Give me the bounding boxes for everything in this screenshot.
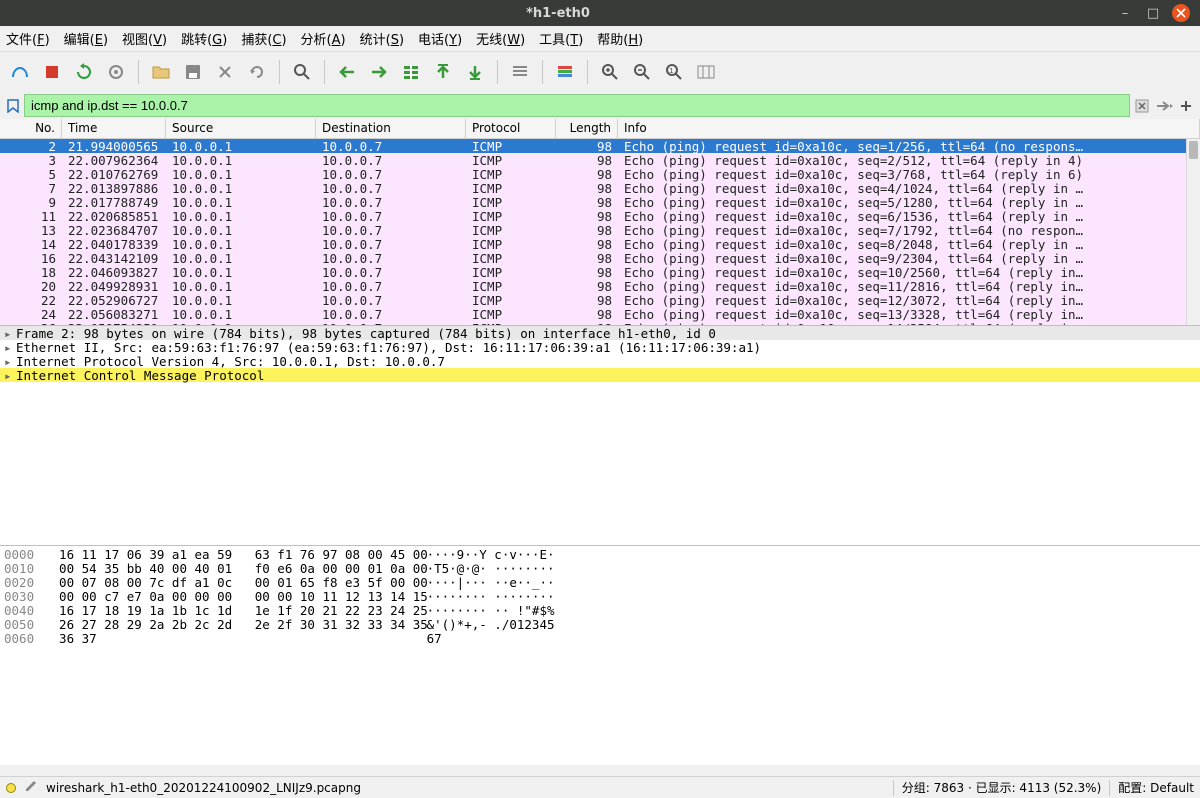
packet-row[interactable]: 1822.04609382710.0.0.110.0.0.7ICMP98Echo…: [0, 265, 1200, 279]
status-profile[interactable]: 配置: Default: [1109, 780, 1194, 796]
packet-details-pane[interactable]: ▸Frame 2: 98 bytes on wire (784 bits), 9…: [0, 325, 1200, 545]
packet-row[interactable]: 1122.02068585110.0.0.110.0.0.7ICMP98Echo…: [0, 209, 1200, 223]
packet-row[interactable]: 1422.04017833910.0.0.110.0.0.7ICMP98Echo…: [0, 237, 1200, 251]
packet-list-header[interactable]: No. Time Source Destination Protocol Len…: [0, 119, 1200, 139]
display-filter-input[interactable]: [24, 94, 1130, 117]
detail-tree-item[interactable]: ▸Internet Protocol Version 4, Src: 10.0.…: [0, 354, 1200, 368]
caret-right-icon: ▸: [4, 326, 16, 341]
col-header-length[interactable]: Length: [556, 119, 618, 138]
goto-packet-button[interactable]: [397, 58, 425, 86]
col-header-dest[interactable]: Destination: [316, 119, 466, 138]
packet-row[interactable]: 2222.05290672710.0.0.110.0.0.7ICMP98Echo…: [0, 293, 1200, 307]
status-packet-count: 分组: 7863 · 已显示: 4113 (52.3%): [893, 780, 1102, 796]
menu-bar: 文件(F) 编辑(E) 视图(V) 跳转(G) 捕获(C) 分析(A) 统计(S) 电话(Y)…: [0, 26, 1200, 52]
packet-row[interactable]: 1322.02368470710.0.0.110.0.0.7ICMP98Echo…: [0, 223, 1200, 237]
resize-columns-button[interactable]: [692, 58, 720, 86]
packet-list-pane: No. Time Source Destination Protocol Len…: [0, 119, 1200, 325]
packet-row[interactable]: 722.01389788610.0.0.110.0.0.7ICMP98Echo …: [0, 181, 1200, 195]
packet-row[interactable]: 2622.05975425110.0.0.110.0.0.7ICMP98Echo…: [0, 321, 1200, 325]
goto-first-button[interactable]: [429, 58, 457, 86]
zoom-out-button[interactable]: [628, 58, 656, 86]
hex-row[interactable]: 0010 00 54 35 bb 40 00 40 01 f0 e6 0a 00…: [4, 562, 1196, 576]
col-header-proto[interactable]: Protocol: [466, 119, 556, 138]
svg-text:1: 1: [669, 67, 673, 75]
col-header-time[interactable]: Time: [62, 119, 166, 138]
restart-capture-button[interactable]: [70, 58, 98, 86]
main-toolbar: 1: [0, 52, 1200, 92]
zoom-reset-button[interactable]: 1: [660, 58, 688, 86]
title-bar: *h1-eth0 – □: [0, 0, 1200, 26]
status-bar: wireshark_h1-eth0_20201224100902_LNIJz9.…: [0, 776, 1200, 798]
menu-y[interactable]: 电话(Y): [418, 29, 462, 48]
menu-f[interactable]: 文件(F): [6, 29, 50, 48]
col-header-no[interactable]: No.: [0, 119, 62, 138]
menu-a[interactable]: 分析(A): [301, 29, 346, 48]
hex-row[interactable]: 0050 26 27 28 29 2a 2b 2c 2d 2e 2f 30 31…: [4, 618, 1196, 632]
packet-row[interactable]: 322.00796236410.0.0.110.0.0.7ICMP98Echo …: [0, 153, 1200, 167]
capture-options-button[interactable]: [102, 58, 130, 86]
packet-list-scrollbar[interactable]: [1186, 139, 1200, 325]
menu-v[interactable]: 视图(V): [122, 29, 167, 48]
menu-g[interactable]: 跳转(G): [181, 29, 227, 48]
menu-e[interactable]: 编辑(E): [64, 29, 108, 48]
reload-file-button[interactable]: [243, 58, 271, 86]
stop-capture-button[interactable]: [38, 58, 66, 86]
caret-right-icon: ▸: [4, 354, 16, 369]
packet-row[interactable]: 221.99400056510.0.0.110.0.0.7ICMP98Echo …: [0, 139, 1200, 153]
hex-row[interactable]: 0040 16 17 18 19 1a 1b 1c 1d 1e 1f 20 21…: [4, 604, 1196, 618]
zoom-in-button[interactable]: [596, 58, 624, 86]
find-packet-button[interactable]: [288, 58, 316, 86]
colorize-button[interactable]: [551, 58, 579, 86]
start-capture-button[interactable]: [6, 58, 34, 86]
window-maximize-button[interactable]: □: [1144, 4, 1162, 22]
menu-c[interactable]: 捕获(C): [241, 29, 286, 48]
filter-add-button[interactable]: [1176, 96, 1196, 116]
filter-clear-button[interactable]: [1132, 96, 1152, 116]
hex-row[interactable]: 0060 36 37 67: [4, 632, 1196, 646]
packet-row[interactable]: 2422.05608327110.0.0.110.0.0.7ICMP98Echo…: [0, 307, 1200, 321]
filter-bookmark-icon[interactable]: [4, 97, 22, 115]
window-title: *h1-eth0: [0, 6, 1116, 21]
window-close-button[interactable]: [1172, 4, 1190, 22]
hex-row[interactable]: 0020 00 07 08 00 7c df a1 0c 00 01 65 f8…: [4, 576, 1196, 590]
auto-scroll-button[interactable]: [506, 58, 534, 86]
filter-history-button[interactable]: [1154, 96, 1174, 116]
detail-tree-item[interactable]: ▸Frame 2: 98 bytes on wire (784 bits), 9…: [0, 326, 1200, 340]
go-back-button[interactable]: [333, 58, 361, 86]
caret-right-icon: ▸: [4, 368, 16, 383]
menu-t[interactable]: 工具(T): [539, 29, 583, 48]
packet-row[interactable]: 1622.04314210910.0.0.110.0.0.7ICMP98Echo…: [0, 251, 1200, 265]
window-minimize-button[interactable]: –: [1116, 4, 1134, 22]
edit-icon[interactable]: [24, 779, 38, 796]
caret-right-icon: ▸: [4, 340, 16, 355]
go-forward-button[interactable]: [365, 58, 393, 86]
col-header-source[interactable]: Source: [166, 119, 316, 138]
col-header-info[interactable]: Info: [618, 119, 1200, 138]
save-file-button[interactable]: [179, 58, 207, 86]
hex-row[interactable]: 0030 00 00 c7 e7 0a 00 00 00 00 00 10 11…: [4, 590, 1196, 604]
packet-row[interactable]: 2022.04992893110.0.0.110.0.0.7ICMP98Echo…: [0, 279, 1200, 293]
packet-row[interactable]: 522.01076276910.0.0.110.0.0.7ICMP98Echo …: [0, 167, 1200, 181]
detail-tree-item[interactable]: ▸Ethernet II, Src: ea:59:63:f1:76:97 (ea…: [0, 340, 1200, 354]
hex-row[interactable]: 0000 16 11 17 06 39 a1 ea 59 63 f1 76 97…: [4, 548, 1196, 562]
packet-row[interactable]: 922.01778874910.0.0.110.0.0.7ICMP98Echo …: [0, 195, 1200, 209]
display-filter-bar: [0, 92, 1200, 119]
packet-bytes-pane[interactable]: 0000 16 11 17 06 39 a1 ea 59 63 f1 76 97…: [0, 545, 1200, 765]
menu-h[interactable]: 帮助(H): [597, 29, 643, 48]
status-file-label: wireshark_h1-eth0_20201224100902_LNIJz9.…: [46, 781, 361, 795]
goto-last-button[interactable]: [461, 58, 489, 86]
expert-info-icon[interactable]: [6, 783, 16, 793]
open-file-button[interactable]: [147, 58, 175, 86]
menu-w[interactable]: 无线(W): [476, 29, 525, 48]
detail-tree-item[interactable]: ▸Internet Control Message Protocol: [0, 368, 1200, 382]
menu-s[interactable]: 统计(S): [360, 29, 404, 48]
close-file-button[interactable]: [211, 58, 239, 86]
